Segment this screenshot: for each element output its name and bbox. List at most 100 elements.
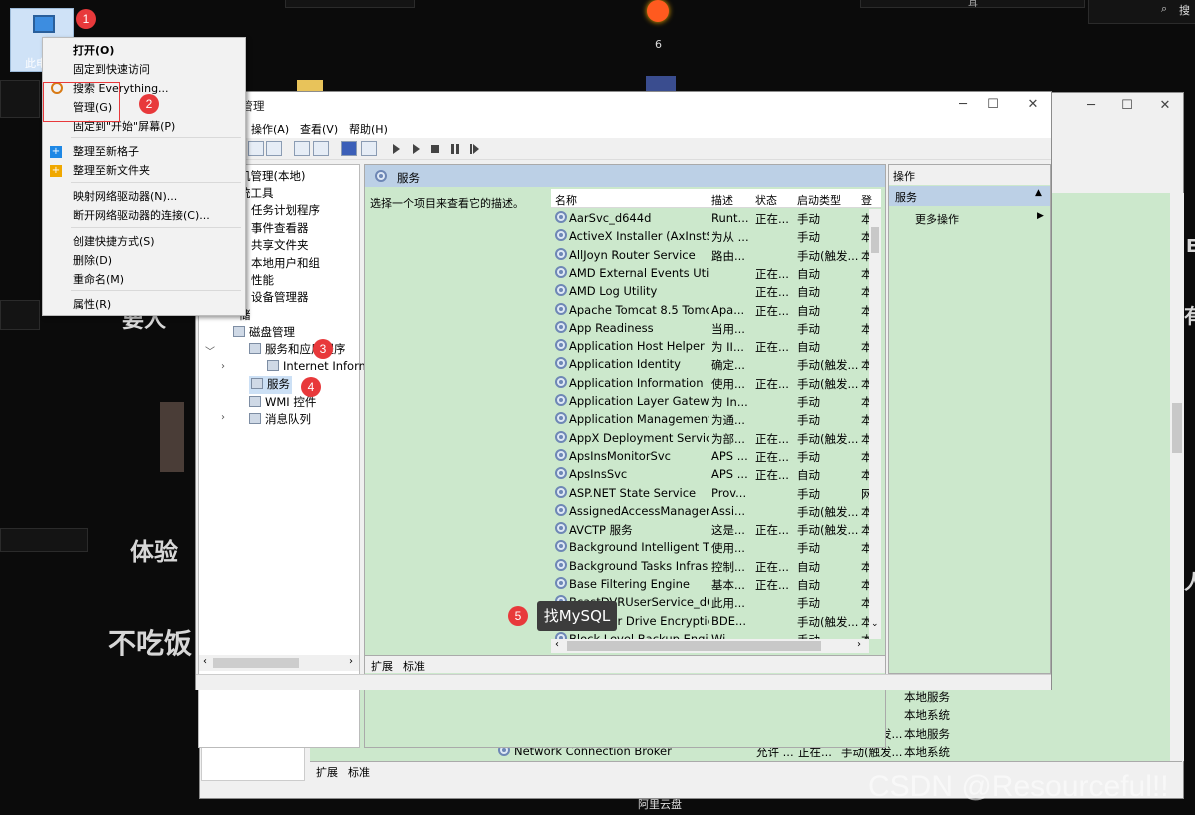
service-row[interactable]: Application Host Helper ... 为 II... 正在... 自… bbox=[551, 337, 871, 355]
service-row[interactable]: ActiveX Installer (AxInstSV)为从 ...手动本 bbox=[551, 227, 871, 245]
service-row[interactable]: Application Identity 确定... 手动(触发... 本 bbox=[551, 355, 871, 373]
services-hscroll-thumb[interactable] bbox=[567, 641, 821, 651]
main-minimize-button[interactable]: ─ bbox=[946, 92, 980, 118]
service-row[interactable]: AVCTP 服务 这是... 正在... 手动(触发... 本 bbox=[551, 520, 871, 538]
service-row[interactable]: Apache Tomcat 8.5 Tomc... Apa... 正在... 自动本 bbox=[551, 301, 871, 319]
service-row[interactable]: AppX Deployment Servic... 为部... 正在... 手动(触发… bbox=[551, 429, 871, 447]
service-row[interactable]: ApsInsSvc APS ... 正在... 自动本 bbox=[551, 465, 871, 483]
main-close-button[interactable]: ✕ bbox=[1016, 92, 1050, 118]
service-row[interactable]: Application Management 为通... 手动本 bbox=[551, 410, 871, 428]
refresh-icon[interactable] bbox=[294, 141, 310, 156]
service-row[interactable]: Base Filtering Engine 基本... 正在... 自动本 bbox=[551, 575, 871, 593]
col-logon[interactable]: 登 bbox=[861, 192, 872, 208]
col-startup[interactable]: 启动类型 bbox=[797, 192, 841, 208]
service-row[interactable]: AssignedAccessManager... Assi... 手动(触发... 本 bbox=[551, 502, 871, 520]
back-scroll-thumb[interactable] bbox=[1172, 403, 1182, 453]
service-row[interactable]: ASP.NET State Service Prov... 手动网 bbox=[551, 484, 871, 502]
col-name[interactable]: 名称 bbox=[555, 192, 577, 208]
tree-node[interactable]: WMI 控件 bbox=[249, 394, 316, 412]
scroll-left-arrow-icon[interactable]: ‹ bbox=[203, 656, 207, 667]
tree-node[interactable]: 任务计划程序 bbox=[251, 202, 320, 220]
service-row[interactable]: Background Tasks Infras... 控制... 正在... 自动本 bbox=[551, 557, 871, 575]
service-row[interactable]: ApsInsMonitorSvc APS ... 正在... 手动本 bbox=[551, 447, 871, 465]
service-row[interactable]: AarSvc_d644d Runt... 正在... 手动本 bbox=[551, 209, 871, 227]
tab-extended[interactable]: 扩展 bbox=[371, 658, 393, 674]
tree-node[interactable]: 设备管理器 bbox=[251, 289, 309, 307]
hscroll-right-arrow-icon[interactable]: › bbox=[857, 639, 861, 650]
service-row[interactable]: Application Layer Gatewa...为 In...手动本 bbox=[551, 392, 871, 410]
context-menu-item[interactable]: 断开网络驱动器的连接(C)... bbox=[43, 206, 245, 225]
menu-action[interactable]: 操作(A) bbox=[251, 121, 289, 137]
back-minimize-button[interactable]: ─ bbox=[1074, 93, 1108, 119]
tree-node[interactable]: 共享文件夹 bbox=[251, 237, 309, 255]
properties-icon[interactable] bbox=[361, 141, 377, 156]
tree-expand-mq[interactable]: › bbox=[221, 412, 225, 423]
actions-section-services[interactable]: 服务 ▲ bbox=[889, 186, 1050, 206]
tree-node[interactable]: 事件查看器 bbox=[251, 220, 309, 238]
col-status[interactable]: 状态 bbox=[755, 192, 777, 208]
folder-up-icon[interactable] bbox=[248, 141, 264, 156]
hscroll-left-arrow-icon[interactable]: ‹ bbox=[555, 639, 559, 650]
tree-expand-services-apps[interactable]: ﹀ bbox=[205, 343, 215, 358]
menu-help[interactable]: 帮助(H) bbox=[349, 121, 388, 137]
service-row[interactable]: Background Intelligent T... 使用... 手动本 bbox=[551, 538, 871, 556]
tab-standard[interactable]: 标准 bbox=[403, 658, 425, 674]
tree-node[interactable]: 性能 bbox=[251, 272, 274, 290]
tree-expand-iis[interactable]: › bbox=[221, 361, 225, 372]
tree-hscroll-thumb[interactable] bbox=[213, 658, 299, 668]
context-menu-item[interactable]: 整理至新文件夹 bbox=[43, 161, 245, 180]
service-row[interactable]: Application Information 使用... 正在... 手动(触发..… bbox=[551, 374, 871, 392]
scroll-right-arrow-icon[interactable]: › bbox=[349, 656, 353, 667]
services-vscroll[interactable]: ⌄ bbox=[869, 209, 881, 639]
scroll-down-arrow-icon[interactable]: ⌄ bbox=[871, 619, 879, 629]
context-menu: 打开(O) 固定到快速访问 搜索 Everything... 管理(G) 固定到"开始"… bbox=[42, 37, 246, 316]
context-menu-item[interactable]: 映射网络驱动器(N)... bbox=[43, 187, 245, 206]
start-service-icon[interactable] bbox=[393, 144, 400, 154]
tree-node[interactable]: 服务 bbox=[249, 376, 292, 394]
main-menu-bar: 操作(A) 查看(V) 帮助(H) bbox=[196, 118, 1051, 138]
folder-plus-icon: + bbox=[50, 165, 62, 177]
back-close-button[interactable]: ✕ bbox=[1148, 93, 1182, 119]
back-tab-standard[interactable]: 标准 bbox=[348, 764, 370, 780]
actions-more[interactable]: 更多操作 ▶ bbox=[889, 209, 1050, 227]
services-scroll-thumb[interactable] bbox=[871, 227, 879, 253]
context-menu-item[interactable]: 重命名(M) bbox=[43, 270, 245, 289]
step-badge-4: 4 bbox=[301, 377, 321, 397]
restart-service-icon[interactable] bbox=[470, 144, 479, 154]
service-row[interactable]: AMD Log Utility 正在... 自动本 bbox=[551, 282, 871, 300]
desktop-search-box[interactable]: ⌕ 搜 bbox=[1088, 0, 1195, 24]
back-scrollbar[interactable] bbox=[1170, 193, 1184, 761]
tree-node[interactable]: 机管理(本地) bbox=[239, 168, 305, 186]
service-row[interactable]: Block Level Backup Engin...Wi...手动本 bbox=[551, 630, 871, 639]
back-maximize-button[interactable]: ☐ bbox=[1110, 93, 1144, 119]
context-menu-item[interactable]: 创建快捷方式(S) bbox=[43, 232, 245, 251]
menu-view[interactable]: 查看(V) bbox=[300, 121, 338, 137]
stop-service-icon[interactable] bbox=[431, 145, 439, 153]
context-menu-item[interactable]: 固定到快速访问 bbox=[43, 60, 245, 79]
service-row[interactable]: AllJoyn Router Service 路由... 手动(触发... 本 bbox=[551, 246, 871, 264]
service-cell: Wi... bbox=[711, 631, 737, 639]
service-row[interactable]: App Readiness 当用... 手动本 bbox=[551, 319, 871, 337]
show-hide-tree-icon[interactable] bbox=[266, 141, 282, 156]
service-cell: 手动 bbox=[797, 596, 820, 611]
export-list-icon[interactable] bbox=[313, 141, 329, 156]
context-menu-item[interactable]: 删除(D) bbox=[43, 251, 245, 270]
pause-service-icon[interactable] bbox=[451, 144, 459, 154]
help-icon[interactable] bbox=[341, 141, 357, 156]
desktop-text-2: 体验 bbox=[130, 538, 178, 566]
services-hscroll[interactable]: ‹ › bbox=[551, 639, 869, 653]
menu-separator bbox=[71, 290, 241, 291]
main-maximize-button[interactable]: ☐ bbox=[976, 92, 1010, 118]
back-tab-extended[interactable]: 扩展 bbox=[316, 764, 338, 780]
context-menu-item[interactable]: 属性(R) bbox=[43, 295, 245, 314]
tree-node[interactable]: 磁盘管理 bbox=[233, 324, 295, 342]
service-row[interactable]: AMD External Events Utility正在...自动本 bbox=[551, 264, 871, 282]
tree-node[interactable]: 消息队列 bbox=[249, 411, 311, 429]
collapse-arrow-icon[interactable]: ▲ bbox=[1035, 188, 1042, 198]
tree-hscroll[interactable]: ‹ › bbox=[199, 655, 359, 671]
context-menu-item[interactable]: 打开(O) bbox=[43, 41, 245, 60]
col-desc[interactable]: 描述 bbox=[711, 192, 733, 208]
start-service-alt-icon[interactable] bbox=[413, 144, 420, 154]
context-menu-item[interactable]: 整理至新格子 bbox=[43, 142, 245, 161]
tree-node[interactable]: 本地用户和组 bbox=[251, 255, 320, 273]
